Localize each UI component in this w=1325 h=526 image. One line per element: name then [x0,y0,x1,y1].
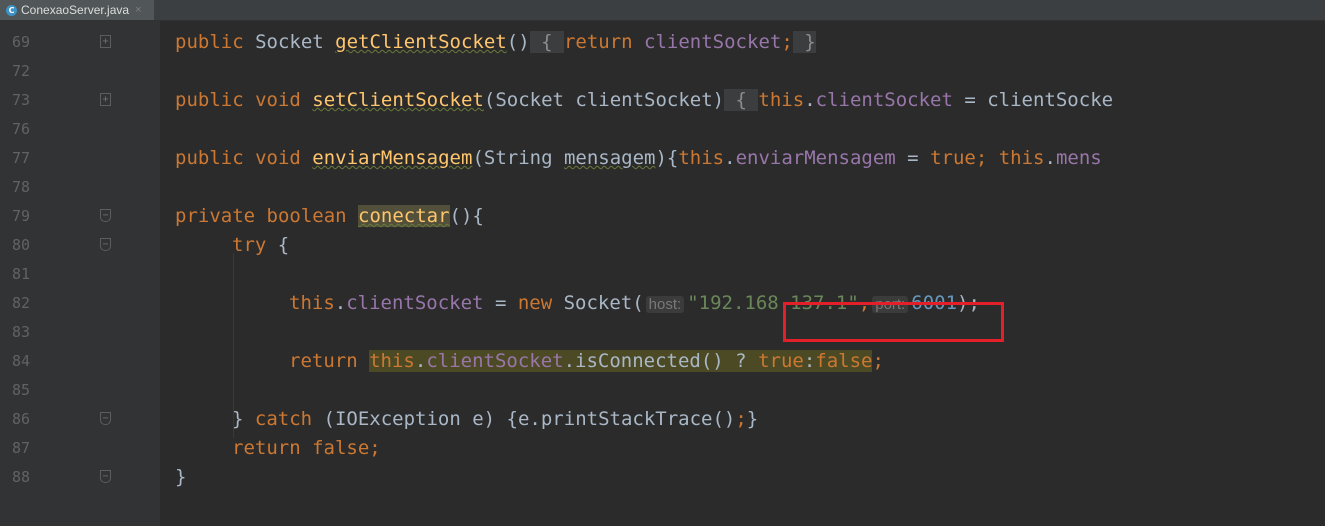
code-line-87[interactable]: 87 return false; [0,434,1325,463]
line-number: 83 [12,323,31,341]
fold-expand-icon[interactable]: + [100,93,111,106]
code-line-82[interactable]: 82 this.clientSocket = new Socket(host: "… [0,289,1325,318]
code-line-86[interactable]: 86 − } catch (IOException e) {e.printSta… [0,405,1325,434]
parameter-hint-host: host: [645,296,685,313]
line-number: 85 [12,381,31,399]
line-number: 69 [12,33,31,51]
code-text: try { [232,234,290,256]
line-number: 72 [12,62,31,80]
fold-expand-icon[interactable]: + [100,35,111,48]
fold-collapse-icon[interactable]: − [100,238,111,251]
editor-tab-bar: C ConexaoServer.java × [0,0,1325,21]
line-number: 82 [12,294,31,312]
code-line-84[interactable]: 84 return this.clientSocket.isConnected(… [0,347,1325,376]
code-editor[interactable]: 69 + public Socket getClientSocket() { r… [0,21,1325,526]
fold-collapse-icon[interactable]: − [100,209,111,222]
code-text: public void enviarMensagem(String mensag… [175,147,1102,169]
line-number: 78 [12,178,31,196]
code-line-72[interactable]: 72 [0,57,1325,86]
tab-filename: ConexaoServer.java [21,3,130,17]
code-text: return this.clientSocket.isConnected() ?… [289,350,884,372]
line-number: 88 [12,468,31,486]
code-line-73[interactable]: 73 + public void setClientSocket(Socket … [0,86,1325,115]
code-text: return false; [232,437,381,459]
code-line-78[interactable]: 78 [0,173,1325,202]
class-c-icon: C [6,4,17,16]
code-line-80[interactable]: 80 − try { [0,231,1325,260]
line-number: 77 [12,149,31,167]
code-line-81[interactable]: 81 [0,260,1325,289]
line-number: 79 [12,207,31,225]
code-line-79[interactable]: 79 − private boolean conectar(){ [0,202,1325,231]
code-text: } catch (IOException e) {e.printStackTra… [232,408,759,430]
code-line-76[interactable]: 76 [0,115,1325,144]
line-number: 87 [12,439,31,457]
line-number: 84 [12,352,31,370]
code-line-88[interactable]: 88 − } [0,463,1325,492]
code-line-77[interactable]: 77 public void enviarMensagem(String men… [0,144,1325,173]
code-text: public Socket getClientSocket() { return… [175,31,816,53]
tab-conexaoserver-java[interactable]: C ConexaoServer.java × [0,0,154,20]
code-line-85[interactable]: 85 [0,376,1325,405]
code-line-83[interactable]: 83 [0,318,1325,347]
fold-end-icon[interactable]: − [100,412,111,425]
line-number: 80 [12,236,31,254]
highlight-box-ip-address [783,302,1004,342]
code-text: private boolean conectar(){ [175,205,484,227]
fold-end-icon[interactable]: − [100,470,111,483]
line-number: 76 [12,120,31,138]
close-tab-icon[interactable]: × [135,4,141,16]
line-number: 73 [12,91,31,109]
code-text: } [175,466,187,488]
code-text: public void setClientSocket(Socket clien… [175,89,1114,111]
line-number: 81 [12,265,31,283]
line-number: 86 [12,410,31,428]
code-line-69[interactable]: 69 + public Socket getClientSocket() { r… [0,28,1325,57]
